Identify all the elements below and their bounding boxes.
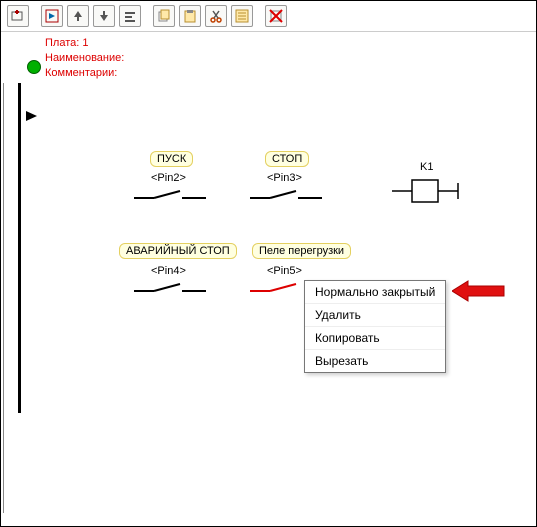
cm-item-nc[interactable]: Нормально закрытый	[305, 281, 445, 303]
tb-arrow-up-icon[interactable]	[67, 5, 89, 27]
tb-box-plus-icon[interactable]	[7, 5, 29, 27]
tag-stop[interactable]: СТОП	[265, 151, 309, 167]
bus-line	[18, 83, 21, 413]
header-info: Плата: 1 Наименование: Комментарии:	[1, 32, 536, 83]
cm-item-delete[interactable]: Удалить	[305, 303, 445, 326]
plata-label: Плата:	[45, 37, 79, 49]
pin4-label: <Pin4>	[151, 265, 186, 277]
schematic-canvas[interactable]: ПУСК <Pin2> СТОП <Pin3> K1 АВАРИЙНЫЙ СТО…	[3, 83, 536, 513]
tb-multipage-icon[interactable]	[153, 5, 175, 27]
tb-nobox-icon[interactable]	[265, 5, 287, 27]
status-dot-icon	[27, 60, 41, 74]
cm-item-cut[interactable]: Вырезать	[305, 349, 445, 372]
tb-arrow-down-icon[interactable]	[93, 5, 115, 27]
toolbar	[1, 1, 536, 32]
contact-no-pin4[interactable]	[134, 279, 206, 295]
tb-list-icon[interactable]	[231, 5, 253, 27]
pin5-label: <Pin5>	[267, 265, 302, 277]
tag-pusk[interactable]: ПУСК	[150, 151, 193, 167]
tag-avar[interactable]: АВАРИЙНЫЙ СТОП	[119, 243, 237, 259]
contact-no-pin3[interactable]	[250, 186, 322, 202]
tag-overload[interactable]: Пеле перегрузки	[252, 243, 351, 259]
tb-align-icon[interactable]	[119, 5, 141, 27]
context-menu: Нормально закрытый Удалить Копировать Вы…	[304, 280, 446, 373]
annotation-arrow-icon	[452, 279, 508, 306]
relay-coil[interactable]	[392, 177, 464, 208]
name-label: Наименование:	[45, 52, 124, 64]
contact-no-pin2[interactable]	[134, 186, 206, 202]
relay-label: K1	[420, 161, 433, 173]
tb-paste-icon[interactable]	[179, 5, 201, 27]
tb-cut-icon[interactable]	[205, 5, 227, 27]
pin3-label: <Pin3>	[267, 172, 302, 184]
comment-label: Комментарии:	[45, 67, 117, 79]
pin2-label: <Pin2>	[151, 172, 186, 184]
cm-item-copy[interactable]: Копировать	[305, 326, 445, 349]
tb-flag-in-icon[interactable]	[41, 5, 63, 27]
plata-value: 1	[82, 37, 88, 49]
